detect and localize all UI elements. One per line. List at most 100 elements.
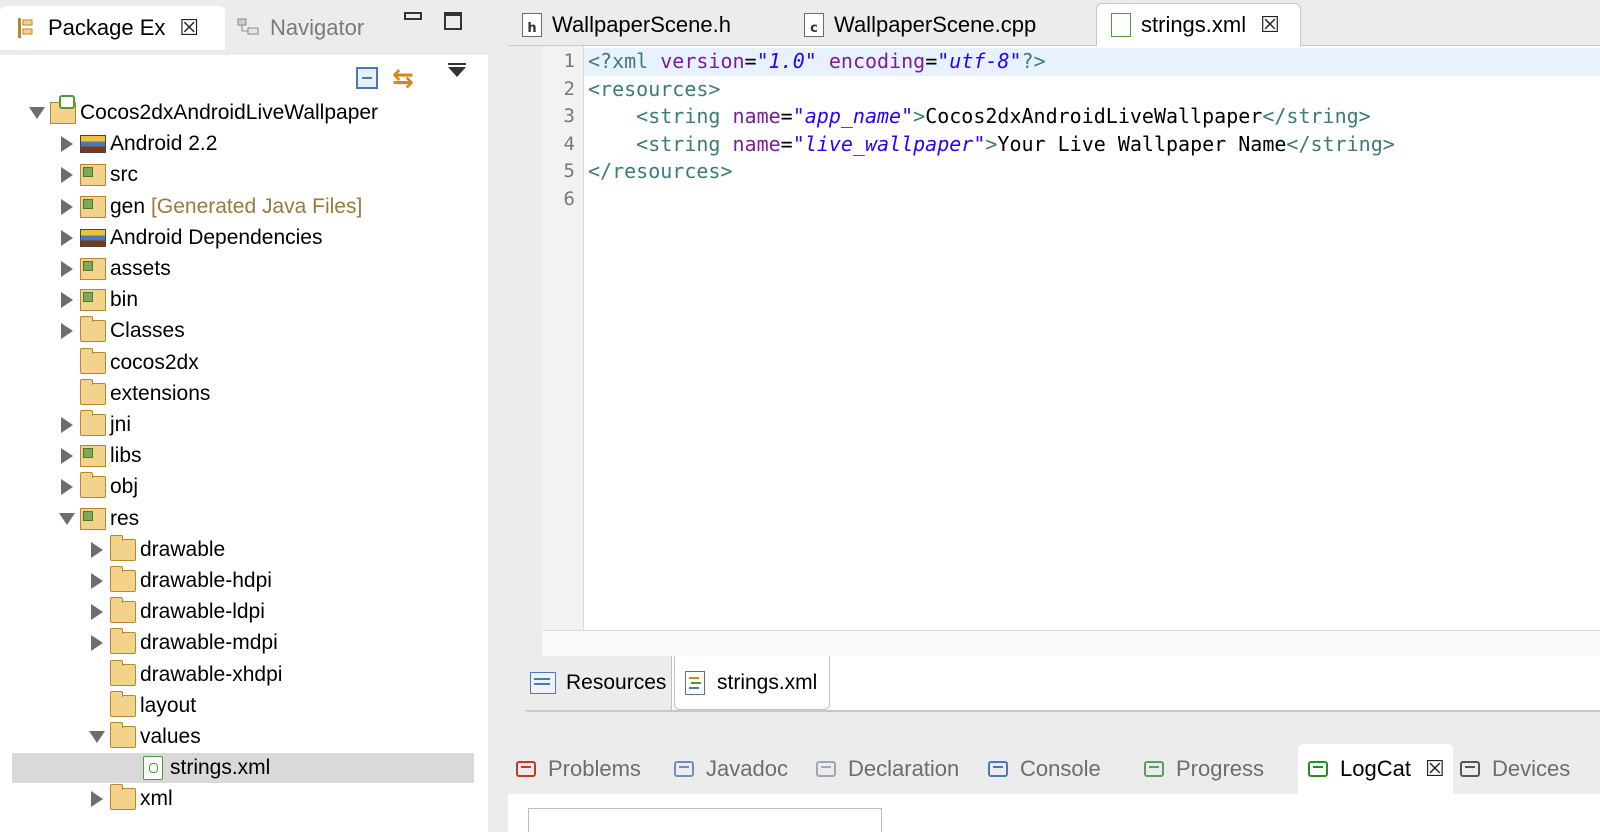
- tree-item[interactable]: xml: [88, 784, 173, 814]
- code-line[interactable]: <?xml version="1.0" encoding="utf-8"?>: [584, 48, 1600, 76]
- tab-label: Devices: [1492, 756, 1571, 781]
- expand-arrow-closed-icon[interactable]: [88, 791, 106, 808]
- tab-strings-xml[interactable]: strings.xml ☒: [1096, 3, 1301, 46]
- tree-item[interactable]: drawable-xhdpi: [88, 659, 282, 690]
- tree-item[interactable]: Android 2.2: [58, 129, 217, 159]
- editor-page-tabs: Resources strings.xml: [520, 656, 1600, 712]
- collapse-all-button[interactable]: [356, 67, 378, 89]
- tab-logcat[interactable]: LogCat ☒: [1298, 744, 1453, 794]
- package-explorer-panel: Package Ex ☒ Navigator ⇆ Cocos2dxAndroid…: [0, 0, 490, 832]
- tab-devices[interactable]: Devices: [1458, 744, 1570, 794]
- tree-item-label: bin: [110, 288, 139, 312]
- line-number: 6: [563, 187, 575, 210]
- tree-item[interactable]: drawable-ldpi: [88, 597, 265, 627]
- annotation-ruler: [520, 46, 542, 630]
- folder-icon: [109, 690, 136, 717]
- project-icon: [50, 95, 76, 124]
- expand-arrow-closed-icon[interactable]: [58, 448, 76, 465]
- tab-label: Navigator: [270, 15, 365, 40]
- tree-item[interactable]: Android Dependencies: [58, 223, 322, 253]
- tree-item-label: drawable-ldpi: [140, 600, 265, 624]
- expand-arrow-closed-icon[interactable]: [58, 292, 76, 309]
- code-text-area[interactable]: <?xml version="1.0" encoding="utf-8"?> <r…: [584, 46, 1600, 630]
- tab-label: Javadoc: [706, 756, 788, 781]
- expand-arrow-open-icon[interactable]: [28, 107, 46, 119]
- tab-problems[interactable]: Problems: [514, 744, 641, 794]
- xml-file-icon: [143, 756, 163, 781]
- horizontal-scrollbar[interactable]: [542, 630, 1600, 656]
- source-folder-icon: [80, 445, 106, 468]
- tab-navigator[interactable]: Navigator: [230, 6, 390, 50]
- tab-wallpaperscene-h[interactable]: h WallpaperScene.h: [508, 3, 788, 46]
- library-icon: [80, 135, 106, 154]
- tab-package-explorer[interactable]: Package Ex ☒: [0, 6, 225, 50]
- expand-arrow-closed-icon[interactable]: [58, 261, 76, 277]
- tree-item[interactable]: gen [Generated Java Files]: [58, 192, 362, 222]
- expand-arrow-closed-icon[interactable]: [58, 479, 76, 496]
- tree-item[interactable]: jni: [58, 410, 131, 440]
- expand-arrow-closed-icon[interactable]: [88, 541, 106, 558]
- console-tab-bar: Problems Javadoc Declaration Console Progres…: [508, 736, 1600, 796]
- expand-arrow-closed-icon[interactable]: [58, 136, 76, 153]
- code-line[interactable]: <string name="app_name">Cocos2dxAndroidL…: [584, 103, 1600, 131]
- expand-arrow-closed-icon[interactable]: [58, 417, 76, 433]
- xml-source-icon: [685, 670, 705, 695]
- expand-arrow-open-icon[interactable]: [88, 731, 106, 743]
- tab-resources[interactable]: Resources: [520, 656, 672, 710]
- tree-item[interactable]: extensions: [58, 378, 211, 409]
- expand-arrow-open-icon[interactable]: [58, 512, 76, 525]
- tree-item[interactable]: bin: [58, 285, 138, 315]
- tree-item[interactable]: cocos2dx: [58, 347, 199, 378]
- tab-progress[interactable]: Progress: [1142, 744, 1264, 794]
- line-number: 5: [563, 160, 575, 182]
- code-token: encoding: [828, 49, 926, 73]
- expand-arrow-closed-icon[interactable]: [88, 604, 106, 621]
- code-token: >: [985, 131, 998, 156]
- panel-divider[interactable]: [488, 0, 508, 832]
- tab-strings-xml-source[interactable]: strings.xml: [674, 656, 830, 710]
- line-number: 1: [563, 50, 575, 72]
- minimize-button[interactable]: [404, 12, 422, 20]
- expand-arrow-closed-icon[interactable]: [58, 167, 76, 184]
- tab-console[interactable]: Console: [986, 744, 1101, 794]
- tab-javadoc[interactable]: Javadoc: [672, 744, 788, 794]
- tree-item[interactable]: Classes: [58, 316, 185, 346]
- close-icon[interactable]: ☒: [1425, 756, 1445, 782]
- logcat-filter-input[interactable]: [528, 808, 882, 832]
- tree-item[interactable]: values: [88, 722, 201, 752]
- tree-item[interactable]: Cocos2dxAndroidLiveWallpaper: [28, 95, 378, 128]
- expand-arrow-closed-icon[interactable]: [58, 229, 76, 246]
- expand-arrow-closed-icon[interactable]: [58, 198, 76, 215]
- tree-item[interactable]: drawable-hdpi: [88, 566, 272, 596]
- tab-declaration[interactable]: Declaration: [814, 744, 959, 794]
- maximize-button[interactable]: [444, 12, 462, 30]
- expand-arrow-closed-icon[interactable]: [58, 323, 76, 340]
- tree-item[interactable]: strings.xml: [12, 753, 474, 784]
- tree-item[interactable]: drawable: [88, 534, 225, 565]
- tree-item[interactable]: drawable-mdpi: [88, 628, 278, 658]
- code-line[interactable]: <resources>: [584, 76, 1600, 104]
- source-folder-icon: [80, 507, 106, 530]
- tree-item[interactable]: layout: [88, 690, 196, 721]
- editor-tab-bar: h WallpaperScene.h c WallpaperScene.cpp …: [508, 0, 1600, 46]
- view-menu-button[interactable]: [448, 63, 466, 77]
- link-with-editor-button[interactable]: ⇆: [392, 63, 414, 94]
- code-line[interactable]: </resources>: [584, 158, 1600, 186]
- tree-item[interactable]: obj: [58, 472, 138, 502]
- close-icon[interactable]: ☒: [1260, 12, 1280, 38]
- code-token: "live_wallpaper": [792, 131, 986, 156]
- console-panel: Problems Javadoc Declaration Console Progres…: [508, 736, 1600, 832]
- tree-item-label: Android Dependencies: [110, 225, 323, 249]
- expand-arrow-closed-icon[interactable]: [88, 635, 106, 652]
- tab-wallpaperscene-cpp[interactable]: c WallpaperScene.cpp: [790, 3, 1094, 46]
- close-icon[interactable]: ☒: [179, 15, 199, 41]
- code-line[interactable]: [584, 186, 1600, 214]
- expand-arrow-closed-icon[interactable]: [88, 573, 106, 589]
- tree-item[interactable]: libs: [58, 441, 142, 471]
- code-line[interactable]: <string name="live_wallpaper">Your Live …: [584, 131, 1600, 159]
- tree-item[interactable]: assets: [58, 254, 171, 284]
- problems-icon: [514, 758, 538, 780]
- tree-item[interactable]: src: [58, 160, 138, 190]
- tree-item[interactable]: res: [58, 504, 139, 534]
- tree-item-label: extensions: [110, 381, 211, 405]
